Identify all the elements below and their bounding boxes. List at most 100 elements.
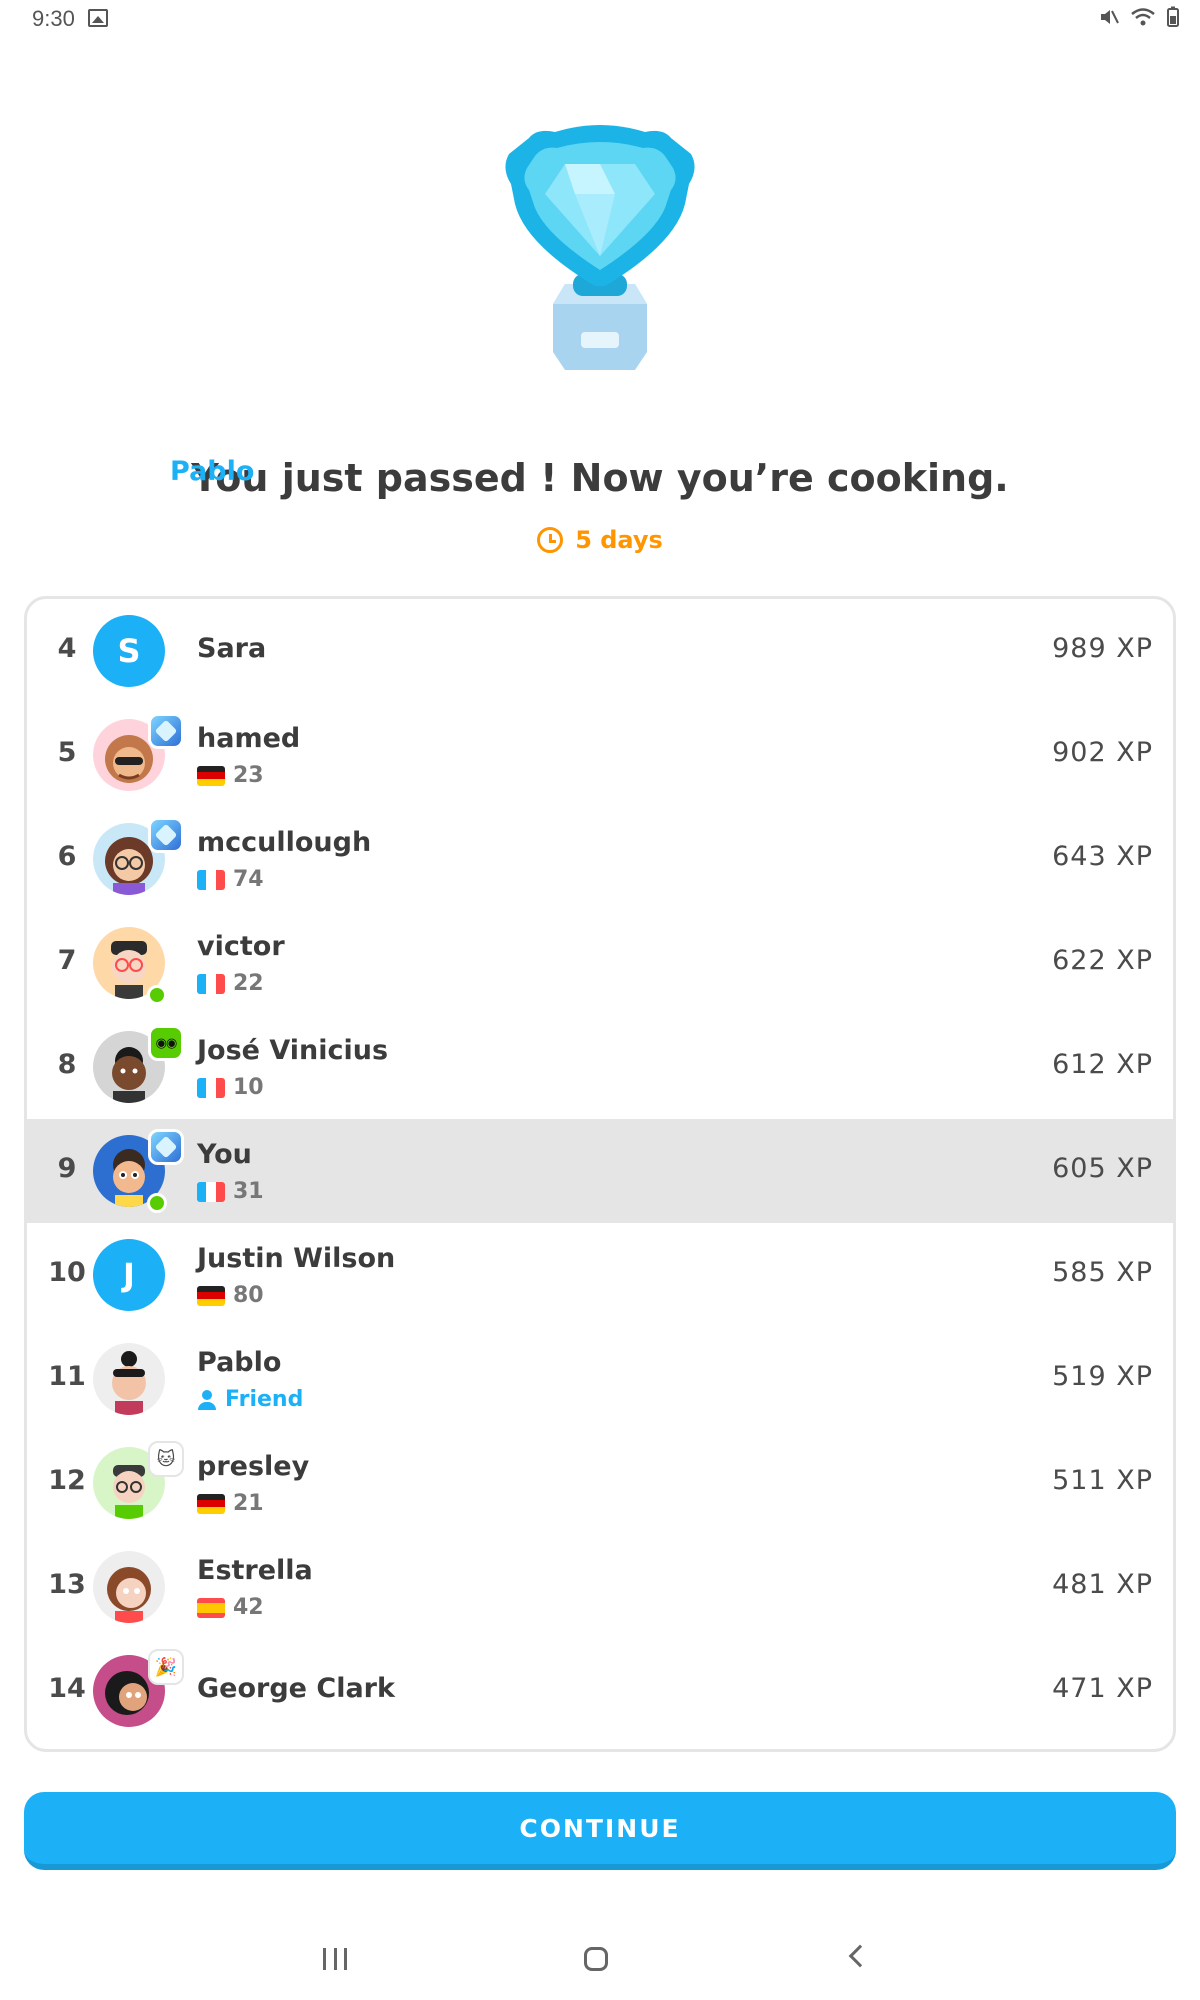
france-flag-icon [197, 973, 225, 994]
rank-number: 12 [48, 1465, 86, 1496]
xp-value: 519 XP [1052, 1361, 1153, 1392]
rank-number: 11 [48, 1361, 86, 1392]
headline-suffix: ! Now you’re cooking. [540, 456, 1009, 500]
user-name: George Clark [197, 1673, 395, 1704]
recent-apps-icon[interactable] [323, 1948, 347, 1970]
online-indicator [147, 985, 167, 1005]
mute-icon [1101, 10, 1119, 24]
avatar[interactable] [93, 1551, 165, 1623]
friend-text: Friend [225, 1387, 304, 1412]
france-flag-icon [197, 869, 225, 890]
course-level: 42 [233, 1595, 264, 1620]
leaderboard-row[interactable]: 14 🎉 George Clark 471 XP [27, 1639, 1173, 1743]
online-indicator [147, 1193, 167, 1213]
course-info: 10 [197, 1075, 264, 1100]
xp-value: 643 XP [1052, 841, 1153, 872]
rank-number: 5 [57, 737, 77, 768]
image-notification-icon [88, 9, 108, 27]
avatar[interactable]: S [93, 615, 165, 687]
continue-button[interactable]: CONTINUE [24, 1792, 1176, 1870]
user-name: José Vinicius [197, 1035, 389, 1066]
course-info: 42 [197, 1595, 264, 1620]
course-info: 74 [197, 867, 264, 892]
course-level: 23 [233, 763, 264, 788]
sunglasses-badge-icon [148, 1025, 184, 1061]
leaderboard-row-current-user[interactable]: 9 You 31 605 XP [27, 1119, 1173, 1223]
wifi-icon [1131, 8, 1155, 26]
xp-value: 902 XP [1052, 737, 1153, 768]
course-level: 22 [233, 971, 264, 996]
diamond-league-badge-icon [148, 1129, 184, 1165]
time-remaining: 5 days [0, 526, 1200, 554]
spain-flag-icon [197, 1597, 225, 1618]
system-navigation-bar [0, 1940, 1200, 1980]
leaderboard-row[interactable]: 4 S Sara 989 XP [27, 599, 1173, 703]
course-level: 31 [233, 1179, 264, 1204]
rank-number: 9 [57, 1153, 77, 1184]
passed-message: You just passed Pablo! Now you’re cookin… [0, 456, 1200, 500]
leaderboard-row[interactable]: 11 Pablo Friend 519 XP [27, 1327, 1173, 1431]
rank-number: 13 [48, 1569, 86, 1600]
leaderboard-row[interactable]: 13 Estrella 42 481 XP [27, 1535, 1173, 1639]
rank-number: 6 [57, 841, 77, 872]
france-flag-icon [197, 1077, 225, 1098]
course-info: 21 [197, 1491, 264, 1516]
course-level: 21 [233, 1491, 264, 1516]
user-name: presley [197, 1451, 310, 1482]
user-name: Sara [197, 633, 267, 664]
home-icon[interactable] [584, 1947, 608, 1971]
germany-flag-icon [197, 1285, 225, 1306]
time-remaining-label: 5 days [575, 526, 663, 554]
user-name: hamed [197, 723, 301, 754]
course-level: 80 [233, 1283, 264, 1308]
user-name: Estrella [197, 1555, 313, 1586]
diamond-trophy-icon [505, 125, 695, 370]
course-info: 23 [197, 763, 264, 788]
xp-value: 989 XP [1052, 633, 1153, 664]
user-name: mccullough [197, 827, 372, 858]
diamond-league-badge-icon [148, 817, 184, 853]
xp-value: 511 XP [1052, 1465, 1153, 1496]
passed-user-name: Pablo [170, 456, 255, 487]
xp-value: 622 XP [1052, 945, 1153, 976]
cat-badge-icon: 🐱 [148, 1441, 184, 1477]
status-time: 9:30 [32, 6, 75, 31]
rank-number: 8 [57, 1049, 77, 1080]
leaderboard-row[interactable]: 10 J Justin Wilson 80 585 XP [27, 1223, 1173, 1327]
xp-value: 481 XP [1052, 1569, 1153, 1600]
avatar-letter: S [117, 632, 141, 670]
person-icon [197, 1389, 217, 1410]
back-icon[interactable] [848, 1944, 872, 1968]
leaderboard: 4 S Sara 989 XP 5 hamed 23 902 XP 6 mccu… [24, 596, 1176, 1752]
xp-value: 612 XP [1052, 1049, 1153, 1080]
rank-number: 14 [48, 1673, 86, 1704]
france-flag-icon [197, 1181, 225, 1202]
germany-flag-icon [197, 765, 225, 786]
confetti-badge-icon: 🎉 [148, 1649, 184, 1685]
course-level: 74 [233, 867, 264, 892]
leaderboard-row[interactable]: 12 🐱 presley 21 511 XP [27, 1431, 1173, 1535]
leaderboard-row[interactable]: 7 victor 22 622 XP [27, 911, 1173, 1015]
avatar[interactable]: J [93, 1239, 165, 1311]
user-name: Pablo [197, 1347, 282, 1378]
leaderboard-row[interactable]: 8 José Vinicius 10 612 XP [27, 1015, 1173, 1119]
avatar[interactable] [93, 1343, 165, 1415]
clock-icon [537, 527, 564, 553]
course-info: 80 [197, 1283, 264, 1308]
user-name: victor [197, 931, 285, 962]
leaderboard-row[interactable]: 6 mccullough 74 643 XP [27, 807, 1173, 911]
rank-number: 10 [48, 1257, 86, 1288]
rank-number: 7 [57, 945, 77, 976]
germany-flag-icon [197, 1493, 225, 1514]
course-info: 31 [197, 1179, 264, 1204]
status-bar: 9:30 [0, 0, 1200, 40]
leaderboard-row[interactable]: 5 hamed 23 902 XP [27, 703, 1173, 807]
xp-value: 471 XP [1052, 1673, 1153, 1704]
rank-number: 4 [57, 633, 77, 664]
battery-icon [1167, 6, 1179, 27]
course-level: 10 [233, 1075, 264, 1100]
user-name: Justin Wilson [197, 1243, 396, 1274]
user-name: You [197, 1139, 252, 1170]
diamond-league-badge-icon [148, 713, 184, 749]
xp-value: 605 XP [1052, 1153, 1153, 1184]
